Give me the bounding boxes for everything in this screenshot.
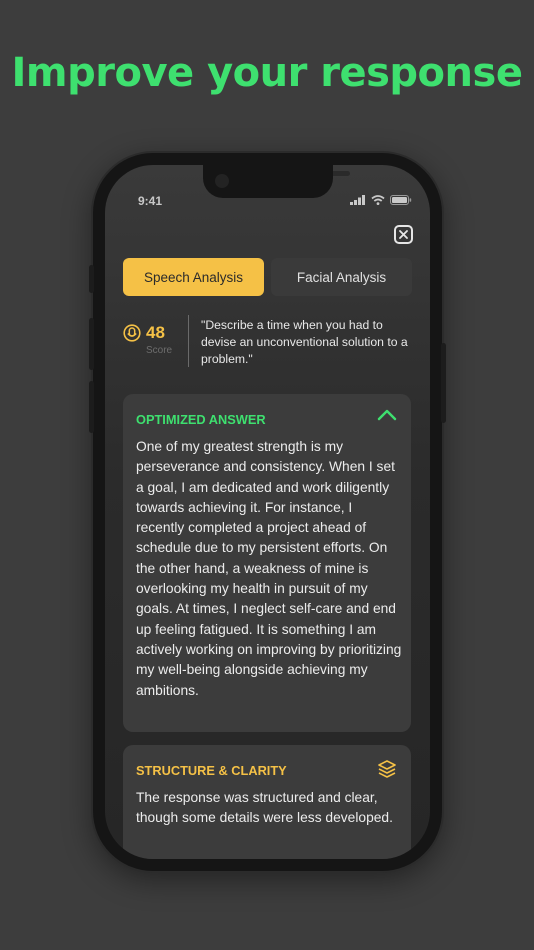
- notch: [203, 165, 333, 198]
- volume-down-button: [89, 381, 94, 433]
- score-row: 48 Score "Describe a time when you had t…: [123, 315, 413, 370]
- analysis-tabs: Speech Analysis Facial Analysis: [123, 258, 413, 296]
- optimized-answer-card: OPTIMIZED ANSWER One of my greatest stre…: [123, 394, 411, 732]
- phone-frame: 9:41 Speech Analysis Facial Analysis 48 …: [89, 153, 446, 871]
- tab-facial-analysis[interactable]: Facial Analysis: [271, 258, 412, 296]
- phone-screen: 9:41 Speech Analysis Facial Analysis 48 …: [105, 165, 430, 859]
- microphone-icon: [123, 324, 141, 342]
- tab-speech-analysis[interactable]: Speech Analysis: [123, 258, 264, 296]
- volume-up-button: [89, 318, 94, 370]
- structure-clarity-card: STRUCTURE & CLARITY The response was str…: [123, 745, 411, 859]
- wifi-icon: [371, 195, 385, 205]
- status-time: 9:41: [138, 194, 163, 208]
- signal-icon: [350, 195, 365, 205]
- close-button[interactable]: [394, 225, 413, 244]
- card-title: OPTIMIZED ANSWER: [136, 412, 266, 427]
- camera-icon: [215, 174, 229, 188]
- close-icon: [399, 230, 408, 239]
- score-label: Score: [146, 345, 173, 356]
- battery-icon: [390, 195, 412, 205]
- score-value: 48: [146, 323, 165, 342]
- structure-clarity-text: The response was structured and clear, t…: [136, 790, 393, 826]
- optimized-answer-text: One of my greatest strength is my persev…: [136, 439, 402, 698]
- score-divider: [188, 315, 189, 367]
- layers-icon[interactable]: [377, 759, 397, 779]
- card-title: STRUCTURE & CLARITY: [136, 763, 287, 778]
- headline: Improve your response: [11, 50, 523, 96]
- chevron-up-icon[interactable]: [377, 408, 397, 422]
- mute-switch: [89, 265, 94, 293]
- power-button: [441, 343, 446, 423]
- status-icons: [350, 195, 412, 205]
- question-text: "Describe a time when you had to devise …: [201, 318, 408, 366]
